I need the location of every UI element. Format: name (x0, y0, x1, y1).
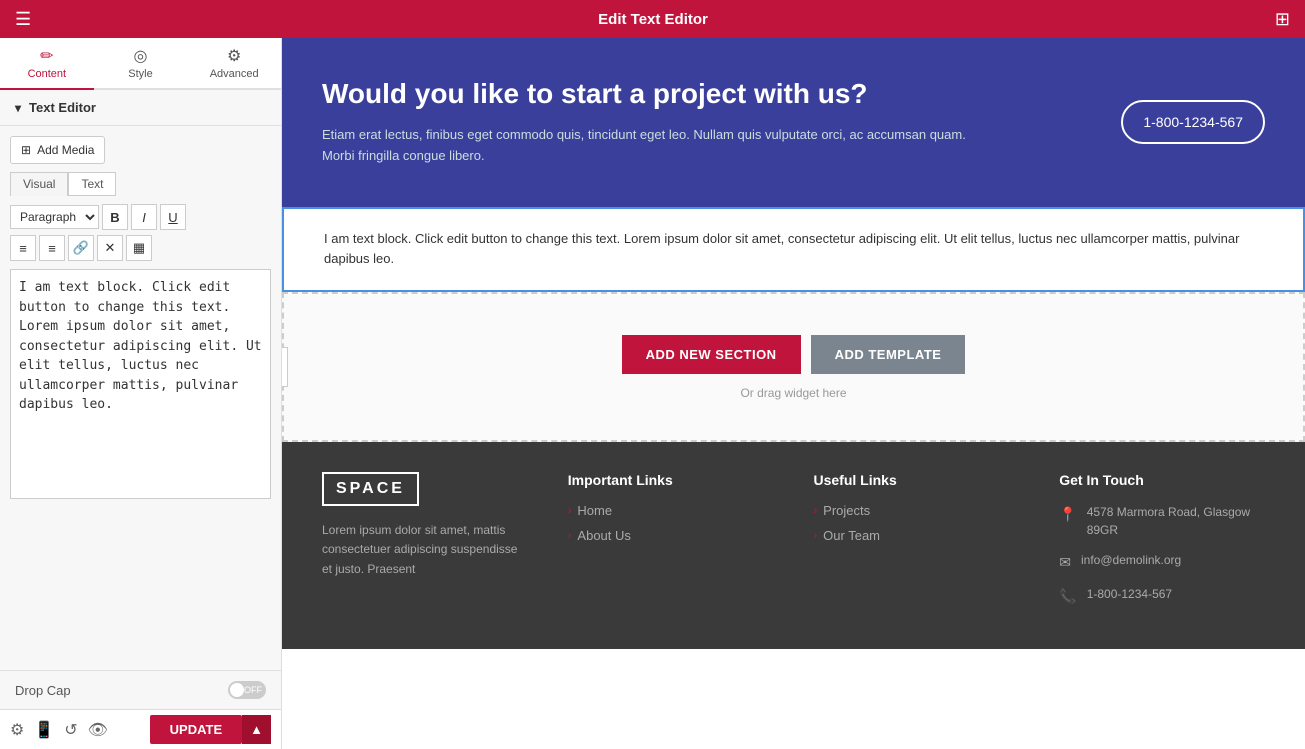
update-dropdown-button[interactable]: ▲ (242, 715, 271, 744)
tab-style[interactable]: ◎ Style (94, 38, 188, 90)
style-tab-icon: ◎ (134, 46, 148, 66)
chevron-right-icon: › (568, 505, 572, 517)
chevron-right-icon: › (814, 530, 818, 542)
italic-button[interactable]: I (131, 204, 157, 230)
chevron-right-icon: › (814, 505, 818, 517)
section-header: ▾ Text Editor (0, 90, 281, 126)
paragraph-select[interactable]: Paragraph Heading 1 Heading 2 (10, 205, 99, 229)
bold-button[interactable]: B (102, 204, 128, 230)
footer-link-team[interactable]: › Our Team (814, 528, 1020, 543)
chevron-down-icon: ▾ (15, 101, 21, 115)
phone-icon: 📞 (1059, 586, 1076, 607)
footer-contact-col: Get In Touch 📍 4578 Marmora Road, Glasgo… (1059, 472, 1265, 619)
bottom-bar: ⚙ 📱 ↺ 👁 UPDATE ▲ (0, 709, 281, 749)
add-media-button[interactable]: ⊞ Add Media (10, 136, 105, 164)
collapse-panel-button[interactable]: ‹ (282, 347, 288, 387)
footer-useful-links-col: Useful Links › Projects › Our Team (814, 472, 1020, 619)
drop-cap-label: Drop Cap (15, 683, 71, 698)
email-icon: ✉ (1059, 552, 1071, 573)
footer-link-projects[interactable]: › Projects (814, 503, 1020, 518)
history-icon[interactable]: ↺ (64, 720, 77, 740)
important-links-title: Important Links (568, 472, 774, 488)
footer-link-about[interactable]: › About Us (568, 528, 774, 543)
format-toolbar: Paragraph Heading 1 Heading 2 B I U (10, 204, 271, 230)
list-ordered-button[interactable]: ≡ (39, 235, 65, 261)
remove-button[interactable]: ✕ (97, 235, 123, 261)
footer-section: SPACE Lorem ipsum dolor sit amet, mattis… (282, 442, 1305, 649)
contact-address: 📍 4578 Marmora Road, Glasgow 89GR (1059, 503, 1265, 539)
toggle-label: OFF (244, 685, 262, 695)
chevron-right-icon: › (568, 530, 572, 542)
text-block-section: I am text block. Click edit button to ch… (282, 207, 1305, 293)
hero-description: Etiam erat lectus, finibus eget commodo … (322, 125, 972, 167)
content-tab-icon: ✏ (40, 46, 53, 66)
hero-text: Would you like to start a project with u… (322, 78, 972, 167)
settings-icon[interactable]: ⚙ (10, 720, 24, 740)
add-section-buttons: ADD NEW SECTION ADD TEMPLATE (622, 335, 966, 374)
toolbar-row2: ≡ ≡ 🔗 ✕ ▦ (10, 235, 271, 261)
sidebar: ✏ Content ◎ Style ⚙ Advanced ▾ Text Edit… (0, 38, 282, 749)
drag-hint: Or drag widget here (740, 386, 846, 400)
text-block-content: I am text block. Click edit button to ch… (324, 229, 1263, 271)
main-layout: ✏ Content ◎ Style ⚙ Advanced ▾ Text Edit… (0, 38, 1305, 749)
page-title: Edit Text Editor (598, 11, 708, 28)
contact-title: Get In Touch (1059, 472, 1265, 488)
footer-logo-col: SPACE Lorem ipsum dolor sit amet, mattis… (322, 472, 528, 619)
tablet-icon[interactable]: 📱 (34, 720, 54, 740)
footer-description: Lorem ipsum dolor sit amet, mattis conse… (322, 521, 528, 579)
bottom-left-icons: ⚙ 📱 ↺ 👁 (10, 720, 108, 740)
update-button[interactable]: UPDATE (150, 715, 242, 744)
list-unordered-button[interactable]: ≡ (10, 235, 36, 261)
top-bar: ☰ Edit Text Editor ⊞ (0, 0, 1305, 38)
hero-title: Would you like to start a project with u… (322, 78, 972, 110)
eye-icon[interactable]: 👁 (88, 720, 108, 740)
hero-section: Would you like to start a project with u… (282, 38, 1305, 207)
section-title: Text Editor (29, 100, 96, 115)
useful-links-title: Useful Links (814, 472, 1020, 488)
contact-email: ✉ info@demolink.org (1059, 551, 1265, 573)
add-template-button[interactable]: ADD TEMPLATE (811, 335, 966, 374)
editor-mode-tabs: Visual Text (10, 172, 271, 196)
toggle-knob (230, 683, 244, 697)
tab-advanced[interactable]: ⚙ Advanced (187, 38, 281, 90)
table-button[interactable]: ▦ (126, 235, 152, 261)
content-area: Would you like to start a project with u… (282, 38, 1305, 749)
footer-logo: SPACE (322, 472, 419, 506)
add-media-icon: ⊞ (21, 143, 31, 157)
add-section-area: ‹ ADD NEW SECTION ADD TEMPLATE Or drag w… (282, 292, 1305, 442)
sidebar-tabs: ✏ Content ◎ Style ⚙ Advanced (0, 38, 281, 90)
update-group: UPDATE ▲ (150, 715, 271, 744)
tab-visual[interactable]: Visual (10, 172, 68, 196)
footer-important-links-col: Important Links › Home › About Us (568, 472, 774, 619)
grid-icon[interactable]: ⊞ (1275, 9, 1290, 30)
footer-link-home[interactable]: › Home (568, 503, 774, 518)
add-new-section-button[interactable]: ADD NEW SECTION (622, 335, 801, 374)
location-icon: 📍 (1059, 504, 1076, 525)
advanced-tab-icon: ⚙ (227, 46, 241, 66)
hero-phone-button[interactable]: 1-800-1234-567 (1121, 100, 1265, 144)
contact-phone: 📞 1-800-1234-567 (1059, 585, 1265, 607)
sidebar-content: ⊞ Add Media Visual Text Paragraph Headin… (0, 126, 281, 662)
link-button[interactable]: 🔗 (68, 235, 94, 261)
tab-text[interactable]: Text (68, 172, 116, 196)
drop-cap-row: Drop Cap OFF (0, 670, 281, 709)
text-editor-area[interactable] (10, 269, 271, 499)
menu-icon[interactable]: ☰ (15, 9, 31, 30)
drop-cap-toggle[interactable]: OFF (228, 681, 266, 699)
underline-button[interactable]: U (160, 204, 186, 230)
tab-content[interactable]: ✏ Content (0, 38, 94, 90)
